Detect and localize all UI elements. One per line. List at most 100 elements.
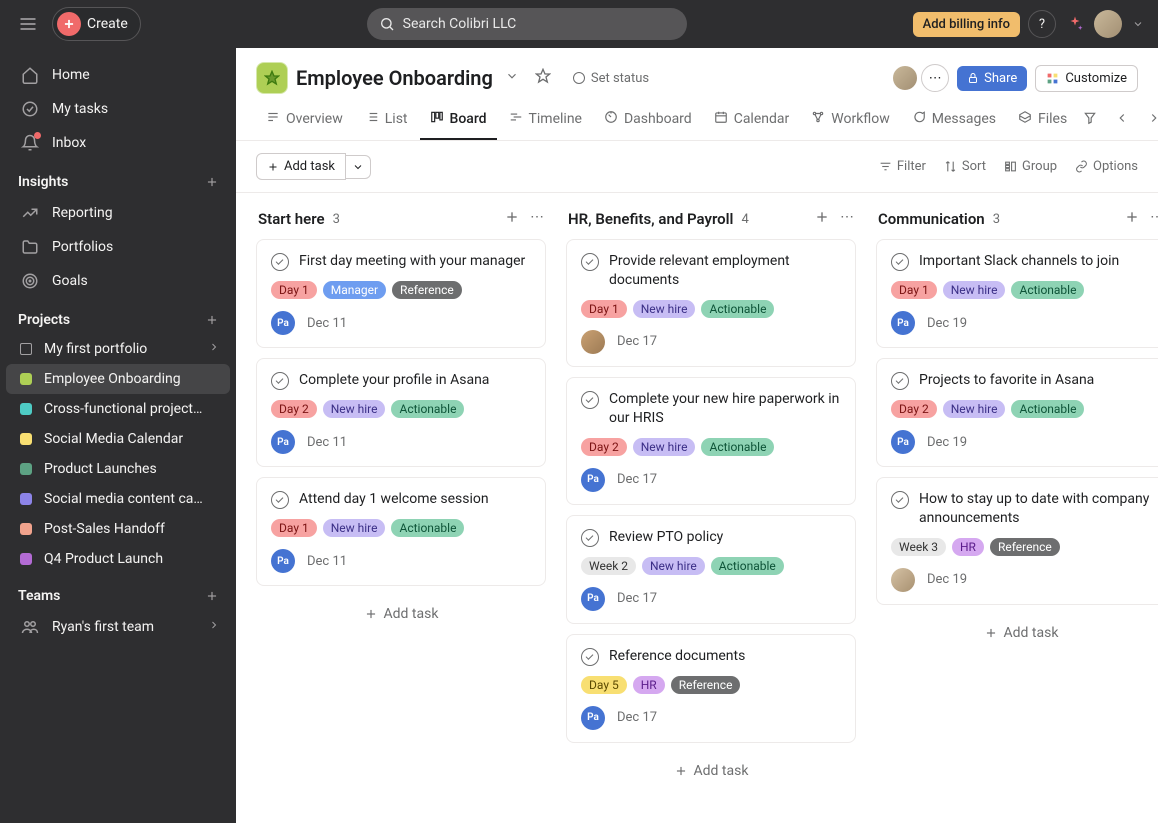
- assignee-avatar[interactable]: [581, 330, 605, 354]
- tag-actionable[interactable]: Actionable: [711, 557, 784, 575]
- tag-day-5[interactable]: Day 5: [581, 676, 627, 694]
- sidebar-item-portfolios[interactable]: Portfolios: [6, 230, 230, 264]
- task-card[interactable]: First day meeting with your managerDay 1…: [256, 239, 546, 348]
- task-card[interactable]: Complete your profile in AsanaDay 2New h…: [256, 358, 546, 467]
- tab-files[interactable]: Files: [1008, 100, 1077, 140]
- search-input[interactable]: Search Colibri LLC: [367, 8, 687, 40]
- tag-day-1[interactable]: Day 1: [891, 281, 937, 299]
- column-add-button[interactable]: [1124, 209, 1140, 229]
- tabs-prev[interactable]: [1111, 107, 1133, 133]
- assignee-avatar[interactable]: Pa: [581, 706, 605, 730]
- complete-checkbox[interactable]: [891, 372, 909, 390]
- sidebar-item-goals[interactable]: Goals: [6, 264, 230, 298]
- assignee-avatar[interactable]: Pa: [271, 311, 295, 335]
- user-menu-caret[interactable]: [1130, 16, 1146, 32]
- project-menu-caret[interactable]: [501, 65, 523, 91]
- tag-hr[interactable]: HR: [633, 676, 665, 694]
- billing-button[interactable]: Add billing info: [913, 12, 1020, 37]
- sidebar-item-social-media-content-cale[interactable]: Social media content cale...: [6, 484, 230, 514]
- tab-overview[interactable]: Overview: [256, 100, 353, 140]
- sidebar-item-post-sales-handoff[interactable]: Post-Sales Handoff: [6, 514, 230, 544]
- sidebar-item-employee-onboarding[interactable]: Employee Onboarding: [6, 364, 230, 394]
- sidebar-item-inbox[interactable]: Inbox: [6, 126, 230, 160]
- tag-reference[interactable]: Reference: [990, 538, 1060, 556]
- tag-actionable[interactable]: Actionable: [701, 300, 774, 318]
- set-status-button[interactable]: Set status: [563, 68, 659, 89]
- tag-week-2[interactable]: Week 2: [581, 557, 636, 575]
- tag-new-hire[interactable]: New hire: [943, 281, 1006, 299]
- share-button[interactable]: Share: [957, 66, 1027, 91]
- tag-day-1[interactable]: Day 1: [271, 519, 317, 537]
- add-task-caret[interactable]: [346, 155, 371, 179]
- assignee-avatar[interactable]: Pa: [271, 430, 295, 454]
- sparkle-icon[interactable]: [1064, 13, 1086, 35]
- task-card[interactable]: Reference documentsDay 5HRReferencePaDec…: [566, 634, 856, 743]
- tag-actionable[interactable]: Actionable: [391, 519, 464, 537]
- tag-new-hire[interactable]: New hire: [633, 300, 696, 318]
- sidebar-item-my-first-portfolio[interactable]: My first portfolio: [6, 334, 230, 364]
- complete-checkbox[interactable]: [581, 253, 599, 271]
- task-card[interactable]: Attend day 1 welcome sessionDay 1New hir…: [256, 477, 546, 586]
- add-teams-button[interactable]: [202, 586, 222, 606]
- assignee-avatar[interactable]: Pa: [271, 549, 295, 573]
- tag-actionable[interactable]: Actionable: [1011, 400, 1084, 418]
- sidebar-item-q4-product-launch[interactable]: Q4 Product Launch: [6, 544, 230, 574]
- tag-day-1[interactable]: Day 1: [271, 281, 317, 299]
- column-add-task[interactable]: Add task: [256, 596, 546, 632]
- column-more-button[interactable]: ⋯: [530, 209, 546, 229]
- column-add-button[interactable]: [814, 209, 830, 229]
- tag-new-hire[interactable]: New hire: [323, 519, 386, 537]
- filter-button[interactable]: Filter: [879, 159, 926, 174]
- group-button[interactable]: Group: [1004, 159, 1057, 174]
- tag-reference[interactable]: Reference: [671, 676, 741, 694]
- task-card[interactable]: Projects to favorite in AsanaDay 2New hi…: [876, 358, 1158, 467]
- help-button[interactable]: ?: [1028, 10, 1056, 38]
- column-add-button[interactable]: [504, 209, 520, 229]
- tab-workflow[interactable]: Workflow: [801, 100, 900, 140]
- tag-new-hire[interactable]: New hire: [943, 400, 1006, 418]
- assignee-avatar[interactable]: Pa: [581, 468, 605, 492]
- menu-toggle[interactable]: [12, 8, 44, 40]
- tabs-next[interactable]: [1143, 107, 1158, 133]
- sidebar-item-cross-functional-project-p[interactable]: Cross-functional project p...: [6, 394, 230, 424]
- tab-calendar[interactable]: Calendar: [704, 100, 800, 140]
- add-insights-button[interactable]: [202, 172, 222, 192]
- tag-new-hire[interactable]: New hire: [642, 557, 705, 575]
- complete-checkbox[interactable]: [891, 253, 909, 271]
- tag-day-2[interactable]: Day 2: [581, 438, 627, 456]
- customize-button[interactable]: Customize: [1035, 65, 1138, 92]
- tabs-filter-icon[interactable]: [1079, 107, 1101, 133]
- tag-new-hire[interactable]: New hire: [323, 400, 386, 418]
- tag-day-2[interactable]: Day 2: [891, 400, 937, 418]
- complete-checkbox[interactable]: [581, 529, 599, 547]
- tag-manager[interactable]: Manager: [323, 281, 386, 299]
- assignee-avatar[interactable]: [891, 568, 915, 592]
- tag-actionable[interactable]: Actionable: [1011, 281, 1084, 299]
- tab-timeline[interactable]: Timeline: [499, 100, 592, 140]
- options-button[interactable]: Options: [1075, 159, 1138, 174]
- sort-button[interactable]: Sort: [944, 159, 986, 174]
- add-projects-button[interactable]: [202, 310, 222, 330]
- tab-dashboard[interactable]: Dashboard: [594, 100, 702, 140]
- column-more-button[interactable]: ⋯: [840, 209, 856, 229]
- complete-checkbox[interactable]: [581, 391, 599, 409]
- assignee-avatar[interactable]: Pa: [581, 587, 605, 611]
- tag-new-hire[interactable]: New hire: [633, 438, 696, 456]
- column-more-button[interactable]: ⋯: [1150, 209, 1158, 229]
- sidebar-item-reporting[interactable]: Reporting: [6, 196, 230, 230]
- task-card[interactable]: Provide relevant employment documentsDay…: [566, 239, 856, 367]
- member-avatar[interactable]: [891, 64, 919, 92]
- tag-day-2[interactable]: Day 2: [271, 400, 317, 418]
- complete-checkbox[interactable]: [891, 491, 909, 509]
- member-more-button[interactable]: ⋯: [921, 64, 949, 92]
- complete-checkbox[interactable]: [271, 491, 289, 509]
- tab-board[interactable]: Board: [420, 100, 497, 140]
- task-card[interactable]: Important Slack channels to joinDay 1New…: [876, 239, 1158, 348]
- tag-reference[interactable]: Reference: [392, 281, 462, 299]
- sidebar-item-ryan-s-first-team[interactable]: Ryan's first team: [6, 610, 230, 644]
- user-avatar[interactable]: [1094, 10, 1122, 38]
- star-button[interactable]: [531, 64, 555, 92]
- sidebar-item-home[interactable]: Home: [6, 58, 230, 92]
- create-button[interactable]: Create: [52, 7, 141, 41]
- sidebar-item-product-launches[interactable]: Product Launches: [6, 454, 230, 484]
